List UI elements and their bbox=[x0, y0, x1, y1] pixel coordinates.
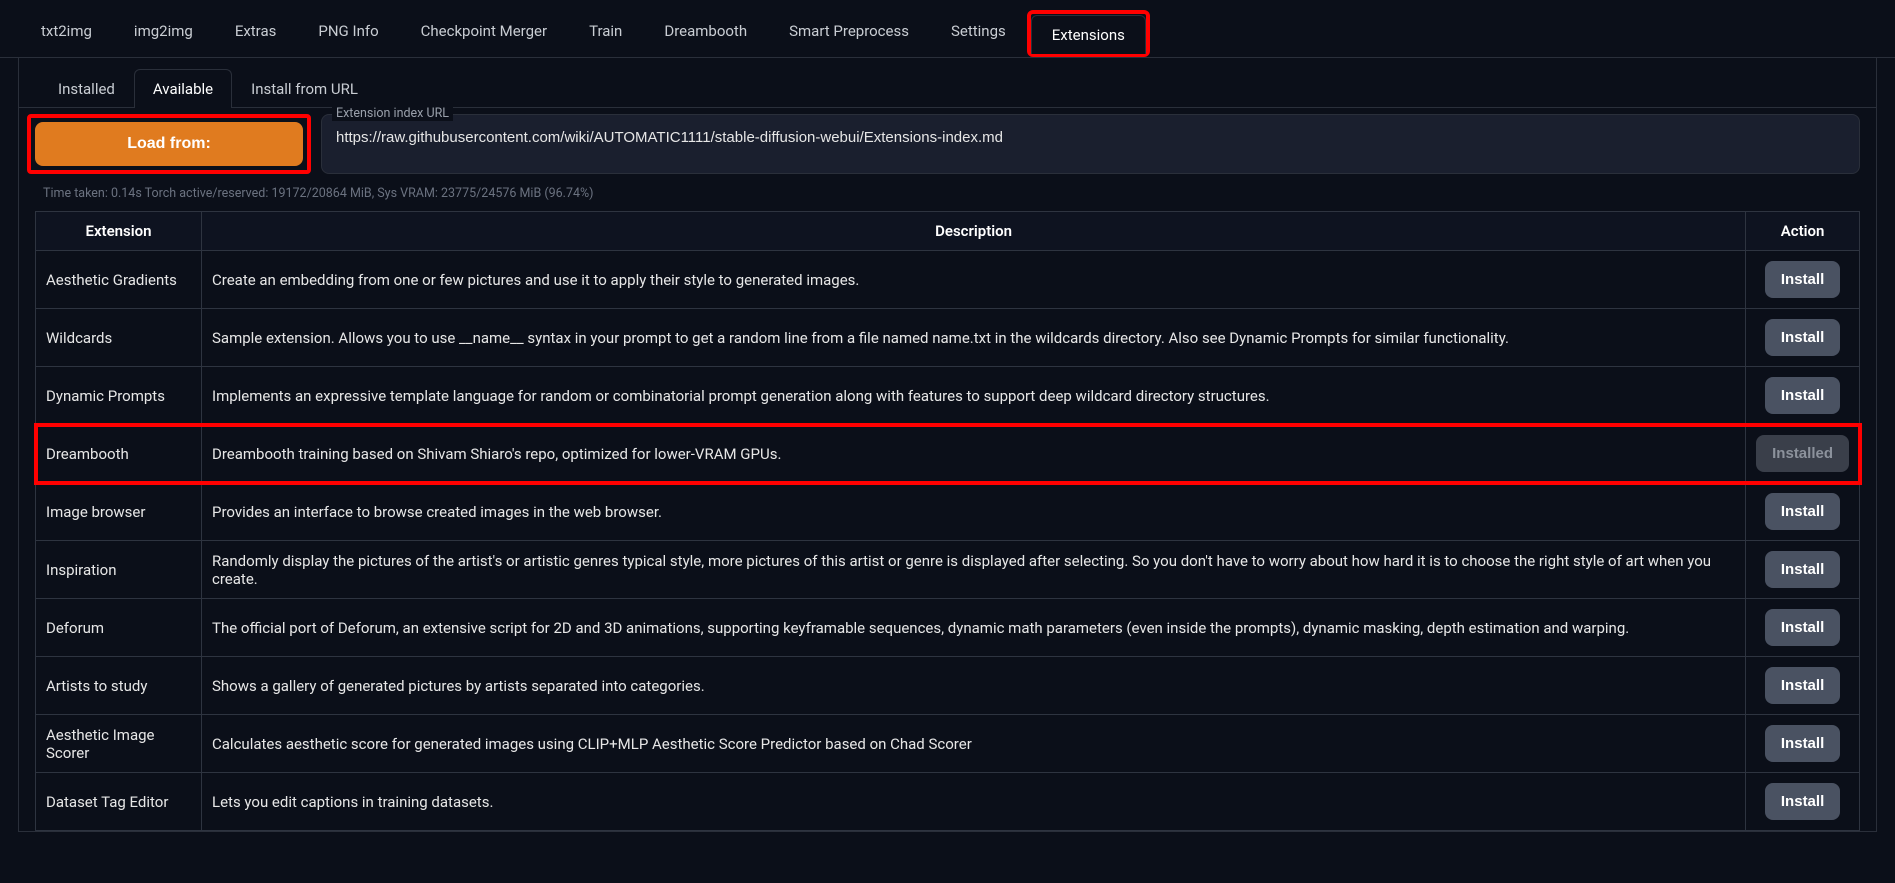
extension-name: Dynamic Prompts bbox=[36, 367, 202, 425]
table-header-row: Extension Description Action bbox=[36, 212, 1860, 251]
top-tab-extensions[interactable]: Extensions bbox=[1031, 15, 1146, 54]
extension-index-url-input[interactable] bbox=[336, 129, 1845, 146]
sub-tab-install-from-url[interactable]: Install from URL bbox=[232, 69, 377, 108]
extension-description: Dreambooth training based on Shivam Shia… bbox=[202, 425, 1746, 483]
table-row: Aesthetic GradientsCreate an embedding f… bbox=[36, 251, 1860, 309]
extension-index-url-box: Extension index URL bbox=[321, 114, 1860, 174]
sub-tab-available[interactable]: Available bbox=[134, 69, 232, 108]
extension-action-cell: Install bbox=[1746, 251, 1860, 309]
extension-name: Artists to study bbox=[36, 657, 202, 715]
load-row: Load from: Extension index URL bbox=[19, 108, 1876, 180]
extension-description: Create an embedding from one or few pict… bbox=[202, 251, 1746, 309]
install-button[interactable]: Install bbox=[1765, 377, 1840, 414]
table-row: DeforumThe official port of Deforum, an … bbox=[36, 599, 1860, 657]
table-row: DreamboothDreambooth training based on S… bbox=[36, 425, 1860, 483]
extensions-panel: InstalledAvailableInstall from URL Load … bbox=[18, 58, 1877, 832]
extension-name: Image browser bbox=[36, 483, 202, 541]
header-action: Action bbox=[1746, 212, 1860, 251]
top-tab-checkpoint-merger[interactable]: Checkpoint Merger bbox=[400, 11, 568, 58]
table-row: InspirationRandomly display the pictures… bbox=[36, 541, 1860, 599]
top-tabs: txt2imgimg2imgExtrasPNG InfoCheckpoint M… bbox=[0, 0, 1895, 58]
extension-action-cell: Install bbox=[1746, 657, 1860, 715]
extension-name: Aesthetic Gradients bbox=[36, 251, 202, 309]
extension-action-cell: Install bbox=[1746, 599, 1860, 657]
extension-action-cell: Install bbox=[1746, 715, 1860, 773]
table-row: Dataset Tag EditorLets you edit captions… bbox=[36, 773, 1860, 831]
top-tab-extras[interactable]: Extras bbox=[214, 11, 298, 58]
top-tab-txt2img[interactable]: txt2img bbox=[20, 11, 113, 58]
top-tab-settings[interactable]: Settings bbox=[930, 11, 1027, 58]
top-tab-dreambooth[interactable]: Dreambooth bbox=[643, 11, 768, 58]
extension-description: Randomly display the pictures of the art… bbox=[202, 541, 1746, 599]
table-row: Dynamic PromptsImplements an expressive … bbox=[36, 367, 1860, 425]
extension-action-cell: Install bbox=[1746, 541, 1860, 599]
extension-description: Lets you edit captions in training datas… bbox=[202, 773, 1746, 831]
extension-action-cell: Install bbox=[1746, 773, 1860, 831]
header-extension: Extension bbox=[36, 212, 202, 251]
extensions-table: Extension Description Action Aesthetic G… bbox=[35, 211, 1860, 831]
install-button[interactable]: Install bbox=[1765, 493, 1840, 530]
extension-name: Dreambooth bbox=[36, 425, 202, 483]
extension-name: Aesthetic Image Scorer bbox=[36, 715, 202, 773]
extension-description: Sample extension. Allows you to use __na… bbox=[202, 309, 1746, 367]
extension-description: Shows a gallery of generated pictures by… bbox=[202, 657, 1746, 715]
extension-description: Implements an expressive template langua… bbox=[202, 367, 1746, 425]
top-tab-extensions-highlight: Extensions bbox=[1027, 10, 1150, 57]
install-button[interactable]: Install bbox=[1765, 783, 1840, 820]
sub-tabs: InstalledAvailableInstall from URL bbox=[19, 68, 1876, 108]
top-tab-train[interactable]: Train bbox=[568, 11, 643, 58]
table-row: Aesthetic Image ScorerCalculates aesthet… bbox=[36, 715, 1860, 773]
extension-action-cell: Installed bbox=[1746, 425, 1860, 483]
install-button[interactable]: Install bbox=[1765, 551, 1840, 588]
extension-action-cell: Install bbox=[1746, 367, 1860, 425]
installed-button: Installed bbox=[1756, 435, 1849, 472]
install-button[interactable]: Install bbox=[1765, 725, 1840, 762]
install-button[interactable]: Install bbox=[1765, 319, 1840, 356]
extension-name: Deforum bbox=[36, 599, 202, 657]
extension-name: Inspiration bbox=[36, 541, 202, 599]
status-line: Time taken: 0.14s Torch active/reserved:… bbox=[19, 180, 1876, 211]
top-tab-smart-preprocess[interactable]: Smart Preprocess bbox=[768, 11, 930, 58]
table-row: Image browserProvides an interface to br… bbox=[36, 483, 1860, 541]
extension-name: Wildcards bbox=[36, 309, 202, 367]
header-description: Description bbox=[202, 212, 1746, 251]
extension-name: Dataset Tag Editor bbox=[36, 773, 202, 831]
top-tab-img2img[interactable]: img2img bbox=[113, 11, 214, 58]
table-row: WildcardsSample extension. Allows you to… bbox=[36, 309, 1860, 367]
sub-tab-installed[interactable]: Installed bbox=[39, 69, 134, 108]
extension-description: Calculates aesthetic score for generated… bbox=[202, 715, 1746, 773]
table-row: Artists to studyShows a gallery of gener… bbox=[36, 657, 1860, 715]
install-button[interactable]: Install bbox=[1765, 261, 1840, 298]
top-tab-png-info[interactable]: PNG Info bbox=[297, 11, 399, 58]
load-from-highlight: Load from: bbox=[27, 114, 311, 174]
extension-description: The official port of Deforum, an extensi… bbox=[202, 599, 1746, 657]
extension-index-url-label: Extension index URL bbox=[332, 106, 453, 121]
extension-description: Provides an interface to browse created … bbox=[202, 483, 1746, 541]
extension-action-cell: Install bbox=[1746, 483, 1860, 541]
extension-action-cell: Install bbox=[1746, 309, 1860, 367]
install-button[interactable]: Install bbox=[1765, 609, 1840, 646]
load-from-button[interactable]: Load from: bbox=[35, 122, 303, 166]
install-button[interactable]: Install bbox=[1765, 667, 1840, 704]
